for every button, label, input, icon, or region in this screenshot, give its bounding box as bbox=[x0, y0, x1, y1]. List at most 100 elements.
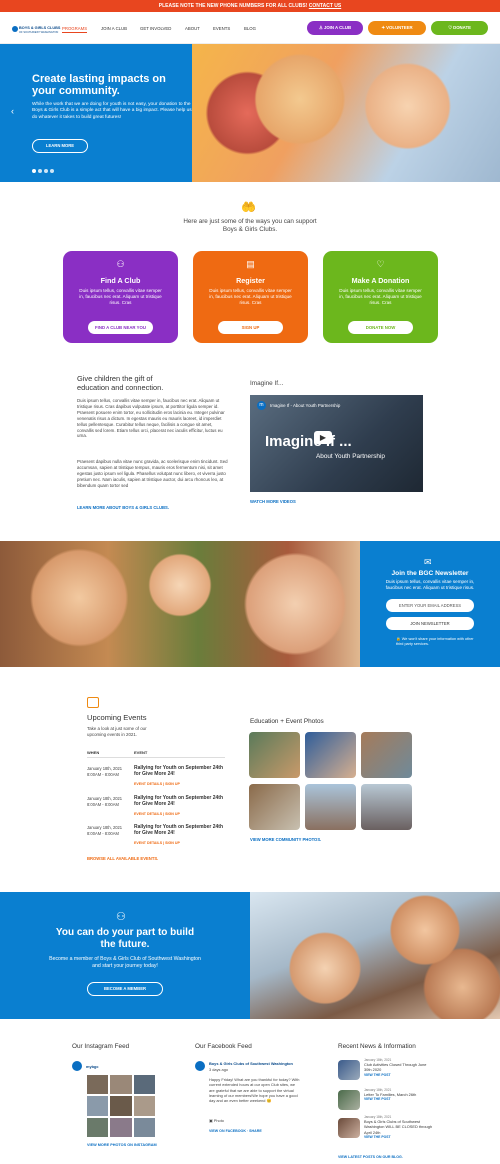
facebook-links[interactable]: VIEW ON FACEBOOK · SHARE bbox=[209, 1129, 262, 1133]
news-headline[interactable]: Boys & Girls Clubs of Southwest Washingt… bbox=[364, 1119, 434, 1135]
instagram-photo[interactable] bbox=[110, 1096, 132, 1116]
kids-photo bbox=[0, 541, 360, 667]
instagram-photo[interactable] bbox=[87, 1117, 109, 1137]
event-time: 8:00AM - 8:00AM bbox=[87, 830, 119, 836]
card-text: Duis ipsum tellus, convallis vitae sempe… bbox=[209, 288, 292, 305]
group-icon: ⚇ bbox=[116, 911, 126, 923]
volunteer-button[interactable]: ✦ VOLUNTEER bbox=[368, 21, 426, 35]
heart-hand-icon: ♡ bbox=[376, 259, 385, 269]
hero-text: While the work that we are doing for you… bbox=[32, 102, 192, 120]
news-headline[interactable]: Club Activities Closed Through June 30th… bbox=[364, 1062, 434, 1073]
news-thumb[interactable] bbox=[338, 1090, 360, 1110]
photo-thumb[interactable] bbox=[249, 732, 300, 778]
join-club-button[interactable]: ♙ JOIN A CLUB bbox=[307, 21, 363, 35]
nav-about[interactable]: ABOUT bbox=[185, 26, 200, 31]
video-heading: Imagine If... bbox=[250, 380, 284, 387]
nav-programs[interactable]: PROGRAMS bbox=[62, 26, 88, 33]
instagram-photo[interactable] bbox=[133, 1075, 155, 1095]
donate-button[interactable]: ♡ DONATE bbox=[431, 21, 488, 35]
photo-thumb[interactable] bbox=[305, 732, 356, 778]
divider bbox=[87, 757, 225, 758]
instagram-photo[interactable] bbox=[110, 1075, 132, 1095]
id-card-icon: ▤ bbox=[246, 259, 255, 269]
calendar-icon bbox=[87, 697, 99, 708]
facebook-page-name[interactable]: Boys & Girls Clubs of Southwest Washingt… bbox=[209, 1061, 299, 1066]
find-club-button[interactable]: FIND A CLUB NEAR YOU bbox=[88, 321, 153, 334]
nav-join-a-club[interactable]: JOIN A CLUB bbox=[101, 26, 127, 31]
news-item: January 18th, 2021 Boys & Girls Clubs of… bbox=[364, 1115, 434, 1139]
event-time: 8:00AM - 8:00AM bbox=[87, 801, 119, 807]
card-text: Duis ipsum tellus, convallis vitae sempe… bbox=[79, 288, 162, 305]
instagram-photo[interactable] bbox=[110, 1117, 132, 1137]
event-links[interactable]: EVENT DETAILS | SIGN UP bbox=[134, 782, 180, 786]
card-donation: ♡ Make A Donation Duis ipsum tellus, con… bbox=[323, 251, 438, 343]
news-thumb[interactable] bbox=[338, 1060, 360, 1080]
photos-title: Education + Event Photos bbox=[250, 718, 324, 725]
learn-more-link[interactable]: LEARN MORE ABOUT BOYS & GIRLS CLUBS. bbox=[77, 505, 169, 510]
cta-text: Become a member of Boys & Girls Club of … bbox=[49, 956, 201, 969]
email-field[interactable]: ENTER YOUR EMAIL ADDRESS bbox=[386, 599, 474, 612]
video-big-title: Imagine if ... bbox=[265, 433, 352, 450]
instagram-photo[interactable] bbox=[87, 1075, 109, 1095]
nav-get-involved[interactable]: GET INVOLVED bbox=[140, 26, 171, 31]
news-thumb[interactable] bbox=[338, 1118, 360, 1138]
news-title: Recent News & Information bbox=[338, 1043, 416, 1050]
contact-us-link[interactable]: CONTACT US bbox=[309, 3, 341, 9]
browse-events-link[interactable]: BROWSE ALL AVAILABLE EVENTS. bbox=[87, 856, 158, 861]
education-title: Give children the gift of education and … bbox=[77, 374, 164, 392]
view-post-link[interactable]: VIEW THE POST bbox=[364, 1097, 434, 1101]
donate-now-button[interactable]: DONATE NOW bbox=[348, 321, 413, 334]
carousel-dot[interactable] bbox=[38, 169, 42, 173]
instagram-grid bbox=[87, 1075, 155, 1137]
hero-learn-more-button[interactable]: LEARN MORE bbox=[32, 139, 88, 153]
become-member-button[interactable]: BECOME A MEMBER bbox=[87, 982, 163, 996]
hero-prev-arrow-icon[interactable]: ‹ bbox=[11, 106, 14, 116]
instagram-photo[interactable] bbox=[133, 1096, 155, 1116]
carousel-dot[interactable] bbox=[44, 169, 48, 173]
instagram-photo[interactable] bbox=[133, 1117, 155, 1137]
photo-thumb[interactable] bbox=[361, 732, 412, 778]
nav-blog[interactable]: BLOG bbox=[244, 26, 256, 31]
photo-thumb[interactable] bbox=[361, 784, 412, 830]
instagram-photo[interactable] bbox=[87, 1096, 109, 1116]
watch-more-videos-link[interactable]: WATCH MORE VIDEOS bbox=[250, 499, 296, 504]
card-title: Find A Club bbox=[100, 276, 141, 285]
news-item: January 18th, 2021 Letter To Families, M… bbox=[364, 1088, 434, 1101]
event-links[interactable]: EVENT DETAILS | SIGN UP bbox=[134, 812, 180, 816]
education-paragraph-1: Duis ipsum tellus, convallis vitae sempe… bbox=[77, 398, 225, 439]
support-intro: Here are just some of the ways you can s… bbox=[183, 218, 317, 233]
photo-thumb[interactable] bbox=[305, 784, 356, 830]
events-title: Upcoming Events bbox=[87, 713, 147, 722]
view-more-photos-link[interactable]: VIEW MORE COMMUNITY PHOTOS. bbox=[250, 837, 321, 842]
event-when: January 18th, 2021 8:00AM - 8:00AM bbox=[87, 766, 132, 777]
event-time: 8:00AM - 8:00AM bbox=[87, 771, 119, 777]
facebook-post-text: Happy Friday! What are you thankful for … bbox=[209, 1077, 300, 1104]
event-when: January 18th, 2021 8:00AM - 8:00AM bbox=[87, 796, 132, 807]
card-title: Register bbox=[236, 276, 265, 285]
view-post-link[interactable]: VIEW THE POST bbox=[364, 1135, 434, 1139]
event-links[interactable]: EVENT DETAILS | SIGN UP bbox=[134, 841, 180, 845]
instagram-handle[interactable]: mybgc bbox=[86, 1064, 99, 1069]
facebook-title: Our Facebook Feed bbox=[195, 1043, 252, 1050]
carousel-dot[interactable] bbox=[32, 169, 36, 173]
nav-events[interactable]: EVENTS bbox=[213, 26, 230, 31]
video-player[interactable]: m Imagine If - About Youth Partnership I… bbox=[250, 395, 423, 492]
instagram-link[interactable]: VIEW MORE PHOTOS ON INSTAGRAM bbox=[87, 1143, 157, 1147]
video-subtitle: About Youth Partnership bbox=[316, 453, 385, 460]
play-icon[interactable]: ▶ bbox=[314, 431, 332, 444]
newsletter-text: Duis ipsum tellus, convallis vitae sempe… bbox=[385, 579, 475, 590]
hero-carousel-dots[interactable] bbox=[32, 160, 56, 178]
logo-mark-icon bbox=[12, 26, 18, 32]
site-logo[interactable]: BOYS & GIRLS CLUBS OF SOUTHWEST WASHINGT… bbox=[12, 26, 60, 40]
latest-posts-link[interactable]: VIEW LATEST POSTS ON OUR BLOG. bbox=[338, 1155, 403, 1159]
event-name: Rallying for Youth on September 24th for… bbox=[134, 824, 223, 837]
view-post-link[interactable]: VIEW THE POST bbox=[364, 1073, 434, 1077]
channel-avatar: m bbox=[257, 401, 266, 410]
event-name: Rallying for Youth on September 24th for… bbox=[134, 795, 223, 808]
sign-up-button[interactable]: SIGN UP bbox=[218, 321, 283, 334]
carousel-dot[interactable] bbox=[50, 169, 54, 173]
join-newsletter-button[interactable]: JOIN NEWSLETTER bbox=[386, 617, 474, 630]
cta-photo bbox=[250, 892, 500, 1019]
photo-thumb[interactable] bbox=[249, 784, 300, 830]
events-intro: Take a look at just some of our upcoming… bbox=[87, 726, 147, 737]
